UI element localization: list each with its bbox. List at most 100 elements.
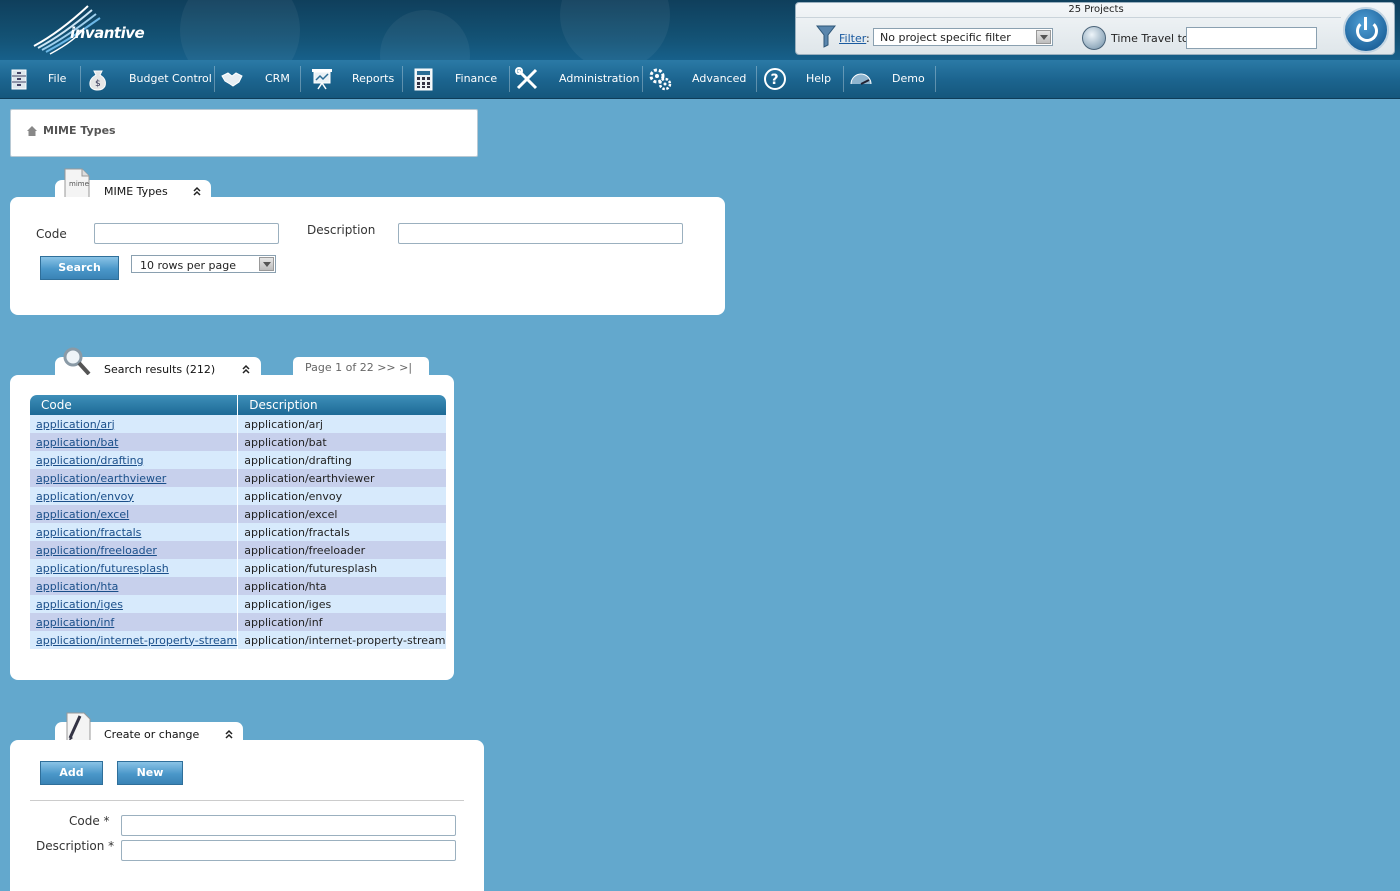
- code-link[interactable]: application/inf: [36, 616, 114, 629]
- column-header-code[interactable]: Code: [30, 395, 239, 415]
- code-link[interactable]: application/excel: [36, 508, 129, 521]
- funnel-icon[interactable]: [815, 24, 837, 48]
- code-link[interactable]: application/internet-property-stream: [36, 634, 237, 647]
- code-cell[interactable]: application/drafting: [30, 451, 239, 469]
- code-link[interactable]: application/freeloader: [36, 544, 157, 557]
- description-cell: application/fractals: [237, 523, 446, 541]
- svg-text:?: ?: [771, 72, 779, 88]
- search-button[interactable]: Search: [40, 256, 119, 280]
- edit-document-icon: [66, 712, 91, 743]
- code-link[interactable]: application/envoy: [36, 490, 134, 503]
- results-table: Code Description application/arj applicat…: [30, 395, 446, 649]
- table-row[interactable]: application/internet-property-stream appl…: [30, 631, 446, 649]
- description-cell: application/earthviewer: [237, 469, 446, 487]
- code-link[interactable]: application/bat: [36, 436, 118, 449]
- table-row[interactable]: application/envoy application/envoy: [30, 487, 446, 505]
- code-link[interactable]: application/iges: [36, 598, 123, 611]
- time-travel-input[interactable]: [1186, 27, 1317, 49]
- collapse-chevron-icon[interactable]: [224, 729, 234, 739]
- code-cell[interactable]: application/excel: [30, 505, 239, 523]
- description-search-input[interactable]: [398, 223, 683, 244]
- code-link[interactable]: application/fractals: [36, 526, 141, 539]
- menu-demo-label: Demo: [892, 72, 925, 85]
- code-cell[interactable]: application/freeloader: [30, 541, 239, 559]
- menu-reports[interactable]: Reports: [310, 60, 400, 98]
- filter-link[interactable]: Filter: [839, 32, 866, 45]
- table-row[interactable]: application/inf application/inf: [30, 613, 446, 631]
- logout-power-button[interactable]: [1343, 7, 1389, 53]
- code-cell[interactable]: application/iges: [30, 595, 239, 613]
- time-travel-label: Time Travel to:: [1111, 32, 1193, 45]
- menu-separator: [402, 66, 403, 92]
- code-link[interactable]: application/earthviewer: [36, 472, 166, 485]
- file-cabinet-icon: [8, 67, 32, 91]
- menu-finance[interactable]: Finance: [412, 60, 507, 98]
- chevron-down-icon[interactable]: [1036, 30, 1051, 44]
- table-row[interactable]: application/freeloader application/freelo…: [30, 541, 446, 559]
- svg-text:$: $: [95, 79, 101, 89]
- rows-per-page-select[interactable]: 10 rows per page: [131, 255, 276, 273]
- menu-crm[interactable]: CRM: [220, 60, 300, 98]
- menu-separator: [80, 66, 81, 92]
- code-cell[interactable]: application/hta: [30, 577, 239, 595]
- table-row[interactable]: application/excel application/excel: [30, 505, 446, 523]
- menu-finance-label: Finance: [455, 72, 498, 85]
- table-header-row: Code Description: [30, 395, 446, 415]
- menu-help-label: Help: [806, 72, 832, 85]
- description-cell: application/futuresplash: [237, 559, 446, 577]
- menu-file[interactable]: File: [8, 60, 74, 98]
- code-required-label: Code *: [69, 814, 110, 828]
- code-field[interactable]: [121, 815, 456, 836]
- table-row[interactable]: application/futuresplash application/futu…: [30, 559, 446, 577]
- table-row[interactable]: application/earthviewer application/earth…: [30, 469, 446, 487]
- add-button[interactable]: Add: [40, 761, 103, 785]
- code-label: Code: [36, 227, 67, 241]
- chevron-down-icon[interactable]: [259, 257, 274, 271]
- code-cell[interactable]: application/envoy: [30, 487, 239, 505]
- code-cell[interactable]: application/internet-property-stream: [30, 631, 239, 649]
- new-button[interactable]: New: [117, 761, 183, 785]
- code-cell[interactable]: application/fractals: [30, 523, 239, 541]
- code-link[interactable]: application/arj: [36, 418, 115, 431]
- code-cell[interactable]: application/futuresplash: [30, 559, 239, 577]
- menu-help[interactable]: ? Help: [763, 60, 841, 98]
- description-cell: application/freeloader: [237, 541, 446, 559]
- header-decoration: [380, 10, 470, 60]
- form-divider: [30, 800, 464, 801]
- pagination-label[interactable]: Page 1 of 22 >> >|: [305, 361, 412, 374]
- gauge-icon: [849, 67, 873, 91]
- menu-administration-label: Administration: [559, 72, 640, 85]
- code-link[interactable]: application/hta: [36, 580, 118, 593]
- code-cell[interactable]: application/earthviewer: [30, 469, 239, 487]
- menu-advanced[interactable]: Advanced: [648, 60, 753, 98]
- menu-budget-control[interactable]: $ Budget Control: [86, 60, 212, 98]
- table-row[interactable]: application/drafting application/drafting: [30, 451, 446, 469]
- table-row[interactable]: application/fractals application/fractals: [30, 523, 446, 541]
- table-row[interactable]: application/hta application/hta: [30, 577, 446, 595]
- description-cell: application/hta: [237, 577, 446, 595]
- code-cell[interactable]: application/bat: [30, 433, 239, 451]
- description-field[interactable]: [121, 840, 456, 861]
- code-cell[interactable]: application/inf: [30, 613, 239, 631]
- description-cell: application/arj: [237, 415, 446, 433]
- table-row[interactable]: application/arj application/arj: [30, 415, 446, 433]
- menu-separator: [843, 66, 844, 92]
- column-header-description[interactable]: Description: [237, 395, 446, 415]
- table-row[interactable]: application/iges application/iges: [30, 595, 446, 613]
- description-required-label: Description *: [36, 839, 115, 853]
- code-link[interactable]: application/futuresplash: [36, 562, 169, 575]
- pagination-tab[interactable]: Page 1 of 22 >> >|: [293, 357, 429, 377]
- project-filter-select[interactable]: No project specific filter: [873, 28, 1053, 46]
- collapse-chevron-icon[interactable]: [241, 364, 251, 374]
- code-cell[interactable]: application/arj: [30, 415, 239, 433]
- table-row[interactable]: application/bat application/bat: [30, 433, 446, 451]
- description-cell: application/iges: [237, 595, 446, 613]
- home-icon[interactable]: [27, 126, 37, 136]
- code-search-input[interactable]: [94, 223, 279, 244]
- collapse-chevron-icon[interactable]: [192, 186, 202, 196]
- menu-administration[interactable]: Administration: [515, 60, 640, 98]
- menu-separator: [300, 66, 301, 92]
- menu-demo[interactable]: Demo: [849, 60, 934, 98]
- code-link[interactable]: application/drafting: [36, 454, 144, 467]
- breadcrumb: MIME Types: [10, 109, 478, 157]
